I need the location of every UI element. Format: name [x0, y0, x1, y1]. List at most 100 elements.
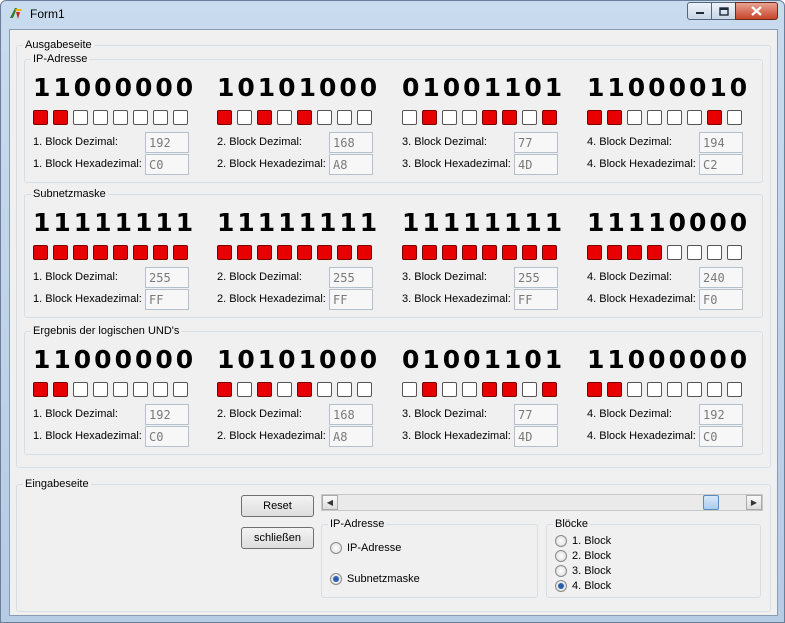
bit-indicator	[217, 382, 232, 397]
section-label: Subnetzmaske	[31, 187, 108, 201]
bit-indicator	[257, 245, 272, 260]
hexadezimal-field: FF	[145, 289, 189, 310]
bit-indicator	[93, 245, 108, 260]
radio-option[interactable]: 3. Block	[555, 565, 611, 577]
dezimal-label: 3. Block Dezimal:	[402, 271, 487, 283]
scroll-thumb[interactable]	[703, 495, 719, 510]
bit-indicator	[93, 382, 108, 397]
maximize-button[interactable]	[711, 2, 736, 20]
minimize-button[interactable]	[687, 2, 712, 20]
bit-indicator	[687, 382, 702, 397]
radio-circle-icon[interactable]	[330, 573, 342, 585]
bit-indicator-row	[587, 110, 747, 125]
bit-indicator	[237, 110, 252, 125]
minimize-icon	[695, 12, 704, 14]
bit-string: 11111111	[33, 208, 197, 237]
bit-indicator	[502, 382, 517, 397]
bit-string: 11000010	[587, 73, 751, 102]
radio-label: 2. Block	[572, 550, 612, 562]
radio-circle-icon[interactable]	[555, 580, 567, 592]
bit-indicator	[173, 245, 188, 260]
bit-indicator	[442, 245, 457, 260]
dezimal-field: 255	[514, 267, 558, 288]
bit-indicator	[153, 382, 168, 397]
bit-indicator	[133, 245, 148, 260]
bit-indicator-row	[217, 110, 377, 125]
bit-indicator	[73, 245, 88, 260]
bit-indicator	[542, 382, 557, 397]
bit-indicator-row	[587, 245, 747, 260]
radio-option[interactable]: 2. Block	[555, 550, 611, 562]
bit-indicator	[542, 110, 557, 125]
close-button[interactable]	[735, 2, 778, 20]
radio-option[interactable]: Subnetzmaske	[330, 573, 420, 585]
hexadezimal-label: 1. Block Hexadezimal:	[33, 430, 142, 442]
bit-indicator	[462, 110, 477, 125]
dezimal-field: 192	[699, 404, 743, 425]
bit-indicator	[502, 245, 517, 260]
bit-string: 11000000	[33, 73, 197, 102]
bit-indicator	[93, 110, 108, 125]
radio-option[interactable]: 4. Block	[555, 580, 611, 592]
close-icon	[751, 6, 762, 16]
radio-circle-icon[interactable]	[555, 535, 567, 547]
bit-indicator	[607, 382, 622, 397]
radio-circle-icon[interactable]	[555, 565, 567, 577]
scroll-right-arrow[interactable]: ▶	[746, 495, 762, 510]
radio-dot-icon	[333, 576, 339, 582]
hexadezimal-label: 4. Block Hexadezimal:	[587, 293, 696, 305]
bit-indicator	[357, 110, 372, 125]
bit-indicator-row	[33, 382, 193, 397]
bit-indicator	[317, 245, 332, 260]
dezimal-label: 4. Block Dezimal:	[587, 271, 672, 283]
dezimal-label: 1. Block Dezimal:	[33, 271, 118, 283]
section-0: IP-Adresse 11000000 1. Block Dezimal: 192 1.…	[24, 52, 763, 183]
radio-circle-icon[interactable]	[555, 550, 567, 562]
bit-indicator	[133, 382, 148, 397]
hexadezimal-label: 3. Block Hexadezimal:	[402, 158, 511, 170]
radio-option[interactable]: 1. Block	[555, 535, 611, 547]
hexadezimal-field: 4D	[514, 154, 558, 175]
bit-indicator-row	[217, 382, 377, 397]
bit-indicator	[502, 110, 517, 125]
bit-indicator	[73, 382, 88, 397]
bit-indicator	[113, 245, 128, 260]
form-client-area: Ausgabeseite IP-Adresse 11000000 1. Block …	[9, 29, 778, 616]
hexadezimal-label: 4. Block Hexadezimal:	[587, 430, 696, 442]
radio-label: IP-Adresse	[347, 542, 402, 554]
bit-indicator	[317, 110, 332, 125]
dezimal-field: 255	[145, 267, 189, 288]
hexadezimal-label: 2. Block Hexadezimal:	[217, 430, 326, 442]
bit-indicator	[113, 382, 128, 397]
bit-indicator	[707, 245, 722, 260]
bit-indicator	[402, 110, 417, 125]
bit-indicator	[357, 245, 372, 260]
radio-option[interactable]: IP-Adresse	[330, 542, 401, 554]
bit-indicator	[357, 382, 372, 397]
bit-indicator	[627, 245, 642, 260]
bit-indicator	[462, 382, 477, 397]
bit-indicator	[522, 245, 537, 260]
dezimal-field: 240	[699, 267, 743, 288]
bit-indicator	[257, 110, 272, 125]
bit-indicator-row	[402, 245, 562, 260]
radio-circle-icon[interactable]	[330, 542, 342, 554]
hexadezimal-field: C2	[699, 154, 743, 175]
bit-indicator	[297, 110, 312, 125]
bit-indicator	[237, 382, 252, 397]
block-value-scrollbar[interactable]: ◀ ▶	[321, 494, 763, 511]
bit-indicator	[707, 382, 722, 397]
maximize-icon	[718, 6, 729, 16]
bloecke-radio-group: Blöcke 1. Block 2. Block 3. Block 4. Block	[546, 517, 761, 598]
bit-indicator	[422, 382, 437, 397]
hexadezimal-field: C0	[699, 426, 743, 447]
bit-string: 11111111	[402, 208, 566, 237]
bit-indicator	[647, 110, 662, 125]
dezimal-label: 3. Block Dezimal:	[402, 136, 487, 148]
reset-button[interactable]: Reset	[241, 495, 314, 517]
schliessen-button[interactable]: schließen	[241, 527, 314, 549]
scroll-left-arrow[interactable]: ◀	[322, 495, 338, 510]
bit-indicator	[277, 245, 292, 260]
title-bar[interactable]: Form1	[1, 1, 784, 28]
bit-indicator	[647, 382, 662, 397]
